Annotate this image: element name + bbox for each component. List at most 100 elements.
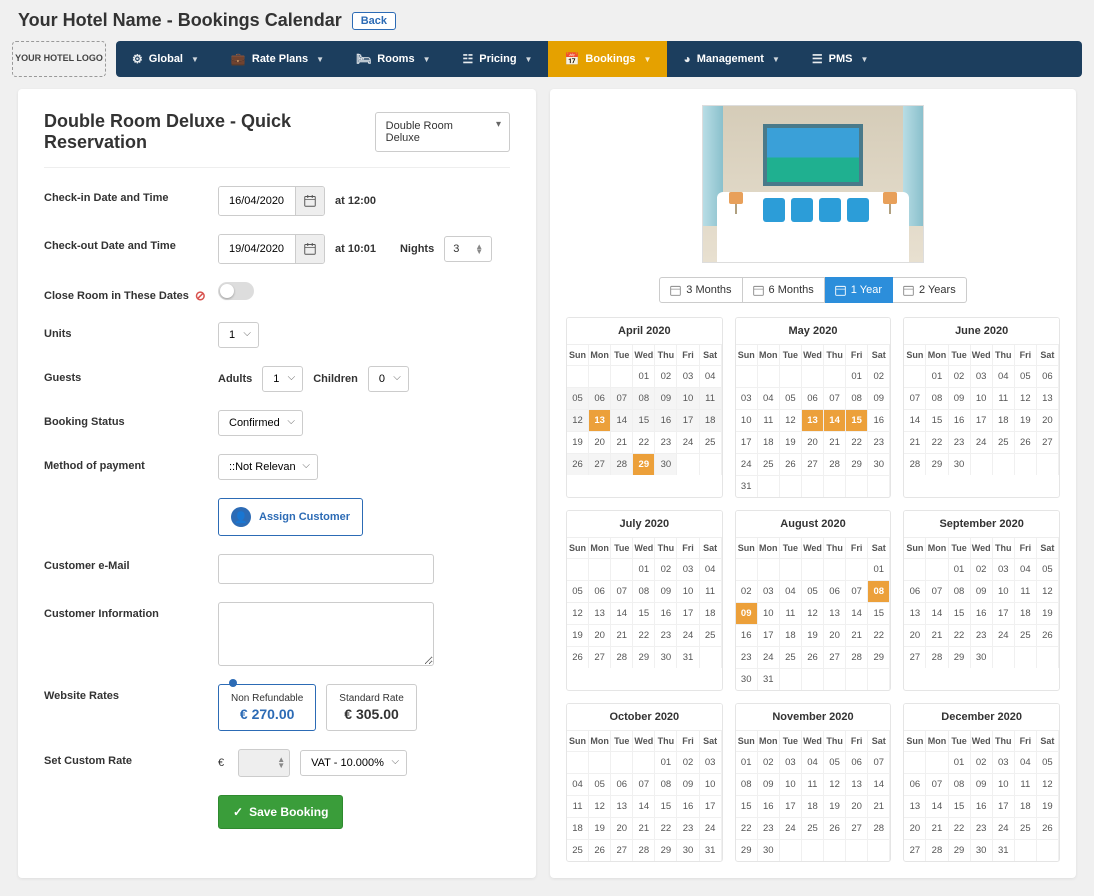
day-cell[interactable]: 15 <box>736 795 758 817</box>
day-cell[interactable]: 19 <box>567 624 589 646</box>
day-cell[interactable]: 30 <box>971 646 993 668</box>
day-cell[interactable]: 24 <box>758 646 780 668</box>
day-cell[interactable]: 28 <box>926 839 948 861</box>
day-cell[interactable]: 26 <box>824 817 846 839</box>
day-cell[interactable]: 23 <box>949 431 971 453</box>
nav-rate-plans[interactable]: 💼Rate Plans▼ <box>215 41 340 77</box>
day-cell[interactable]: 02 <box>868 365 890 387</box>
day-cell[interactable]: 16 <box>758 795 780 817</box>
day-cell[interactable]: 01 <box>736 751 758 773</box>
day-cell[interactable]: 05 <box>802 580 824 602</box>
day-cell[interactable]: 23 <box>971 624 993 646</box>
day-cell[interactable]: 24 <box>677 431 699 453</box>
day-cell[interactable]: 25 <box>802 817 824 839</box>
day-cell[interactable]: 09 <box>655 580 677 602</box>
day-cell[interactable]: 08 <box>633 387 655 409</box>
day-cell[interactable]: 22 <box>868 624 890 646</box>
day-cell[interactable]: 22 <box>633 624 655 646</box>
day-cell[interactable]: 16 <box>677 795 699 817</box>
day-cell[interactable]: 26 <box>780 453 802 475</box>
day-cell[interactable]: 01 <box>633 365 655 387</box>
day-cell[interactable]: 04 <box>1015 751 1037 773</box>
day-cell[interactable]: 04 <box>700 558 722 580</box>
day-cell[interactable]: 29 <box>868 646 890 668</box>
day-cell[interactable]: 11 <box>758 409 780 431</box>
day-cell[interactable]: 03 <box>700 751 722 773</box>
day-cell[interactable]: 29 <box>949 646 971 668</box>
assign-customer-button[interactable]: 👤 Assign Customer <box>218 498 363 536</box>
day-cell[interactable]: 20 <box>589 431 611 453</box>
day-cell[interactable]: 20 <box>846 795 868 817</box>
day-cell[interactable]: 23 <box>971 817 993 839</box>
day-cell[interactable]: 03 <box>993 558 1015 580</box>
checkin-date-input[interactable] <box>219 187 295 215</box>
day-cell[interactable]: 26 <box>567 453 589 475</box>
day-cell[interactable]: 03 <box>736 387 758 409</box>
day-cell[interactable]: 04 <box>758 387 780 409</box>
day-cell[interactable]: 10 <box>971 387 993 409</box>
day-cell[interactable]: 15 <box>655 795 677 817</box>
nav-global[interactable]: ⚙Global▼ <box>116 41 215 77</box>
day-cell[interactable]: 26 <box>802 646 824 668</box>
day-cell[interactable]: 29 <box>633 646 655 668</box>
day-cell[interactable]: 20 <box>904 817 926 839</box>
day-cell[interactable]: 23 <box>655 624 677 646</box>
day-cell[interactable]: 23 <box>677 817 699 839</box>
day-cell[interactable]: 29 <box>926 453 948 475</box>
rate-option[interactable]: Non Refundable€ 270.00 <box>218 684 316 731</box>
day-cell[interactable]: 30 <box>868 453 890 475</box>
day-cell[interactable]: 17 <box>736 431 758 453</box>
day-cell[interactable]: 31 <box>700 839 722 861</box>
day-cell[interactable]: 04 <box>1015 558 1037 580</box>
day-cell[interactable]: 09 <box>758 773 780 795</box>
day-cell[interactable]: 18 <box>758 431 780 453</box>
day-cell[interactable]: 07 <box>633 773 655 795</box>
day-cell[interactable]: 19 <box>1037 795 1059 817</box>
day-cell[interactable]: 28 <box>846 646 868 668</box>
day-cell[interactable]: 29 <box>633 453 655 475</box>
day-cell[interactable]: 21 <box>824 431 846 453</box>
day-cell[interactable]: 24 <box>971 431 993 453</box>
day-cell[interactable]: 06 <box>589 387 611 409</box>
day-cell[interactable]: 09 <box>677 773 699 795</box>
day-cell[interactable]: 14 <box>824 409 846 431</box>
day-cell[interactable]: 19 <box>802 624 824 646</box>
day-cell[interactable]: 15 <box>926 409 948 431</box>
day-cell[interactable]: 10 <box>993 580 1015 602</box>
day-cell[interactable]: 09 <box>971 773 993 795</box>
day-cell[interactable]: 07 <box>611 387 633 409</box>
day-cell[interactable]: 04 <box>567 773 589 795</box>
day-cell[interactable]: 26 <box>589 839 611 861</box>
day-cell[interactable]: 29 <box>736 839 758 861</box>
day-cell[interactable]: 02 <box>736 580 758 602</box>
checkout-calendar-icon[interactable] <box>295 235 324 263</box>
day-cell[interactable]: 25 <box>758 453 780 475</box>
day-cell[interactable]: 06 <box>904 773 926 795</box>
day-cell[interactable]: 10 <box>758 602 780 624</box>
day-cell[interactable]: 27 <box>846 817 868 839</box>
day-cell[interactable]: 28 <box>868 817 890 839</box>
day-cell[interactable]: 25 <box>993 431 1015 453</box>
day-cell[interactable]: 06 <box>846 751 868 773</box>
day-cell[interactable]: 22 <box>655 817 677 839</box>
day-cell[interactable]: 11 <box>780 602 802 624</box>
day-cell[interactable]: 15 <box>633 409 655 431</box>
day-cell[interactable]: 23 <box>736 646 758 668</box>
day-cell[interactable]: 12 <box>1015 387 1037 409</box>
day-cell[interactable]: 04 <box>802 751 824 773</box>
day-cell[interactable]: 02 <box>971 558 993 580</box>
day-cell[interactable]: 17 <box>758 624 780 646</box>
day-cell[interactable]: 14 <box>846 602 868 624</box>
period-6-months[interactable]: 6 Months <box>743 277 825 303</box>
day-cell[interactable]: 20 <box>802 431 824 453</box>
day-cell[interactable]: 14 <box>926 795 948 817</box>
day-cell[interactable]: 25 <box>700 431 722 453</box>
day-cell[interactable]: 31 <box>993 839 1015 861</box>
day-cell[interactable]: 05 <box>589 773 611 795</box>
nav-management[interactable]: ◕Management▼ <box>667 41 795 77</box>
day-cell[interactable]: 27 <box>589 453 611 475</box>
day-cell[interactable]: 13 <box>824 602 846 624</box>
checkin-calendar-icon[interactable] <box>295 187 324 215</box>
day-cell[interactable]: 15 <box>633 602 655 624</box>
day-cell[interactable]: 15 <box>949 795 971 817</box>
